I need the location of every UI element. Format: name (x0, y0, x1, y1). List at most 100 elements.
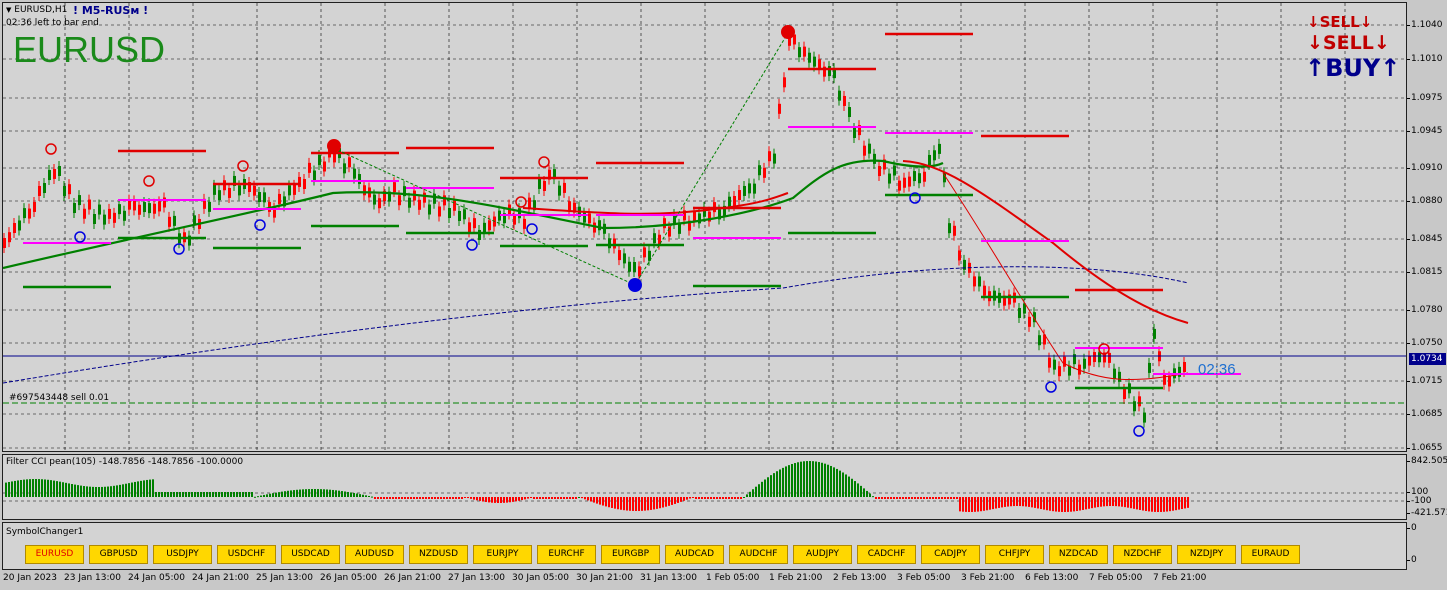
symbol-button-usdcad[interactable]: USDCAD (281, 545, 340, 564)
cci-bar (746, 494, 748, 497)
cci-bar (599, 497, 601, 505)
cci-bar (1022, 497, 1024, 507)
cci-bar (578, 497, 580, 498)
cci-indicator-pane[interactable]: Filter CCI pean(105) -148.7856 -148.7856… (2, 454, 1407, 520)
symbol-button-cadjpy[interactable]: CADJPY (921, 545, 980, 564)
symbol-button-eurgbp[interactable]: EURGBP (601, 545, 660, 564)
cci-bar (659, 497, 661, 509)
cci-bar (1187, 497, 1189, 508)
cci-bar (743, 497, 745, 498)
cci-bar (893, 497, 895, 499)
candle-body (588, 213, 591, 224)
candle-body (463, 209, 466, 220)
cci-bar (830, 465, 832, 497)
price-tick: 1.0910 (1407, 163, 1443, 173)
cci-bar (632, 497, 634, 511)
arrow-down-icon: ↓ (1307, 13, 1320, 31)
symbol-button-usdchf[interactable]: USDCHF (217, 545, 276, 564)
cci-bar (485, 497, 487, 503)
cci-bar (776, 471, 778, 497)
price-axis[interactable]: 1.1040 1.1010 1.0975 1.0945 1.0910 1.088… (1407, 2, 1447, 453)
symbol-button-nzdchf[interactable]: NZDCHF (1113, 545, 1172, 564)
time-tick: 23 Jan 13:00 (64, 573, 121, 583)
candle-body (678, 223, 681, 234)
cci-bar (860, 485, 862, 497)
cci-bar (245, 492, 247, 497)
symbol-button-nzdcad[interactable]: NZDCAD (1049, 545, 1108, 564)
cci-bar (1058, 497, 1060, 512)
time-tick: 3 Feb 05:00 (897, 573, 951, 583)
cci-bar (716, 497, 718, 499)
symbol-button-gbpusd[interactable]: GBPUSD (89, 545, 148, 564)
cci-bar (128, 483, 130, 497)
cci-bar (614, 497, 616, 509)
price-tick: 1.0655 (1407, 443, 1443, 453)
symbol-button-euraud[interactable]: EURAUD (1241, 545, 1300, 564)
cci-bar (284, 491, 286, 497)
cci-bar (464, 497, 466, 498)
cci-bar (764, 479, 766, 497)
arrow-up-icon: ↑ (1380, 54, 1401, 82)
cci-bar (107, 486, 109, 497)
cci-bar (827, 464, 829, 497)
cci-bar (656, 497, 658, 509)
cci-bar (305, 489, 307, 497)
cci-bar (674, 497, 676, 504)
candle-body (828, 66, 831, 77)
price-chart[interactable] (3, 3, 1406, 451)
symbol-button-audusd[interactable]: AUDUSD (345, 545, 404, 564)
candle-body (783, 77, 786, 88)
symbol-button-audchf[interactable]: AUDCHF (729, 545, 788, 564)
symbol-button-cadchf[interactable]: CADCHF (857, 545, 916, 564)
cci-bar (230, 492, 232, 497)
symbol-button-chfjpy[interactable]: CHFJPY (985, 545, 1044, 564)
cci-bar (920, 497, 922, 499)
cci-bar (467, 497, 469, 499)
candle-body (778, 103, 781, 114)
symbol-button-eurusd[interactable]: EURUSD (25, 545, 84, 564)
cci-bar (368, 495, 370, 497)
buy-marker (1133, 425, 1145, 437)
time-tick: 24 Jan 21:00 (192, 573, 249, 583)
main-chart-pane[interactable]: ▼ EURUSD,H1 ! M5-RUSм ! 02:36 left to ba… (2, 2, 1407, 452)
cci-bar (62, 482, 64, 497)
symbol-button-audjpy[interactable]: AUDJPY (793, 545, 852, 564)
symbol-button-usdjpy[interactable]: USDJPY (153, 545, 212, 564)
cci-bar (185, 492, 187, 497)
cci-bar (908, 497, 910, 499)
candle-body (433, 193, 436, 204)
cci-bar (491, 497, 493, 503)
cci-bar (761, 481, 763, 497)
cci-bar (815, 461, 817, 497)
symbol-button-nzdjpy[interactable]: NZDJPY (1177, 545, 1236, 564)
candle-body (68, 184, 71, 195)
cci-bar (1025, 497, 1027, 507)
candle-body (923, 171, 926, 182)
cci-bar (26, 479, 28, 497)
cci-bar (176, 492, 178, 497)
time-axis[interactable]: 20 Jan 2023 23 Jan 13:00 24 Jan 05:00 24… (0, 570, 1447, 590)
cci-bar (206, 492, 208, 497)
time-tick: 20 Jan 2023 (3, 573, 57, 583)
cci-bar (563, 497, 565, 499)
cci-bar (602, 497, 604, 506)
symbol-button-eurjpy[interactable]: EURJPY (473, 545, 532, 564)
candle-body (8, 232, 11, 243)
cci-bar (737, 497, 739, 499)
candle-body (873, 153, 876, 164)
cci-bar (1106, 497, 1108, 507)
cci-bar (824, 463, 826, 497)
cci-bar (575, 497, 577, 499)
cci-bar (227, 492, 229, 497)
candle-body (148, 203, 151, 214)
buy-marker (466, 239, 478, 251)
symbol-button-eurchf[interactable]: EURCHF (537, 545, 596, 564)
cci-bar (569, 497, 571, 499)
cci-bar (770, 475, 772, 497)
symbol-button-nzdusd[interactable]: NZDUSD (409, 545, 468, 564)
time-tick: 1 Feb 05:00 (706, 573, 760, 583)
candle-body (118, 204, 121, 215)
candle-body (263, 192, 266, 203)
symbol-button-audcad[interactable]: AUDCAD (665, 545, 724, 564)
chart-menu-icon[interactable]: ▼ (6, 6, 11, 14)
